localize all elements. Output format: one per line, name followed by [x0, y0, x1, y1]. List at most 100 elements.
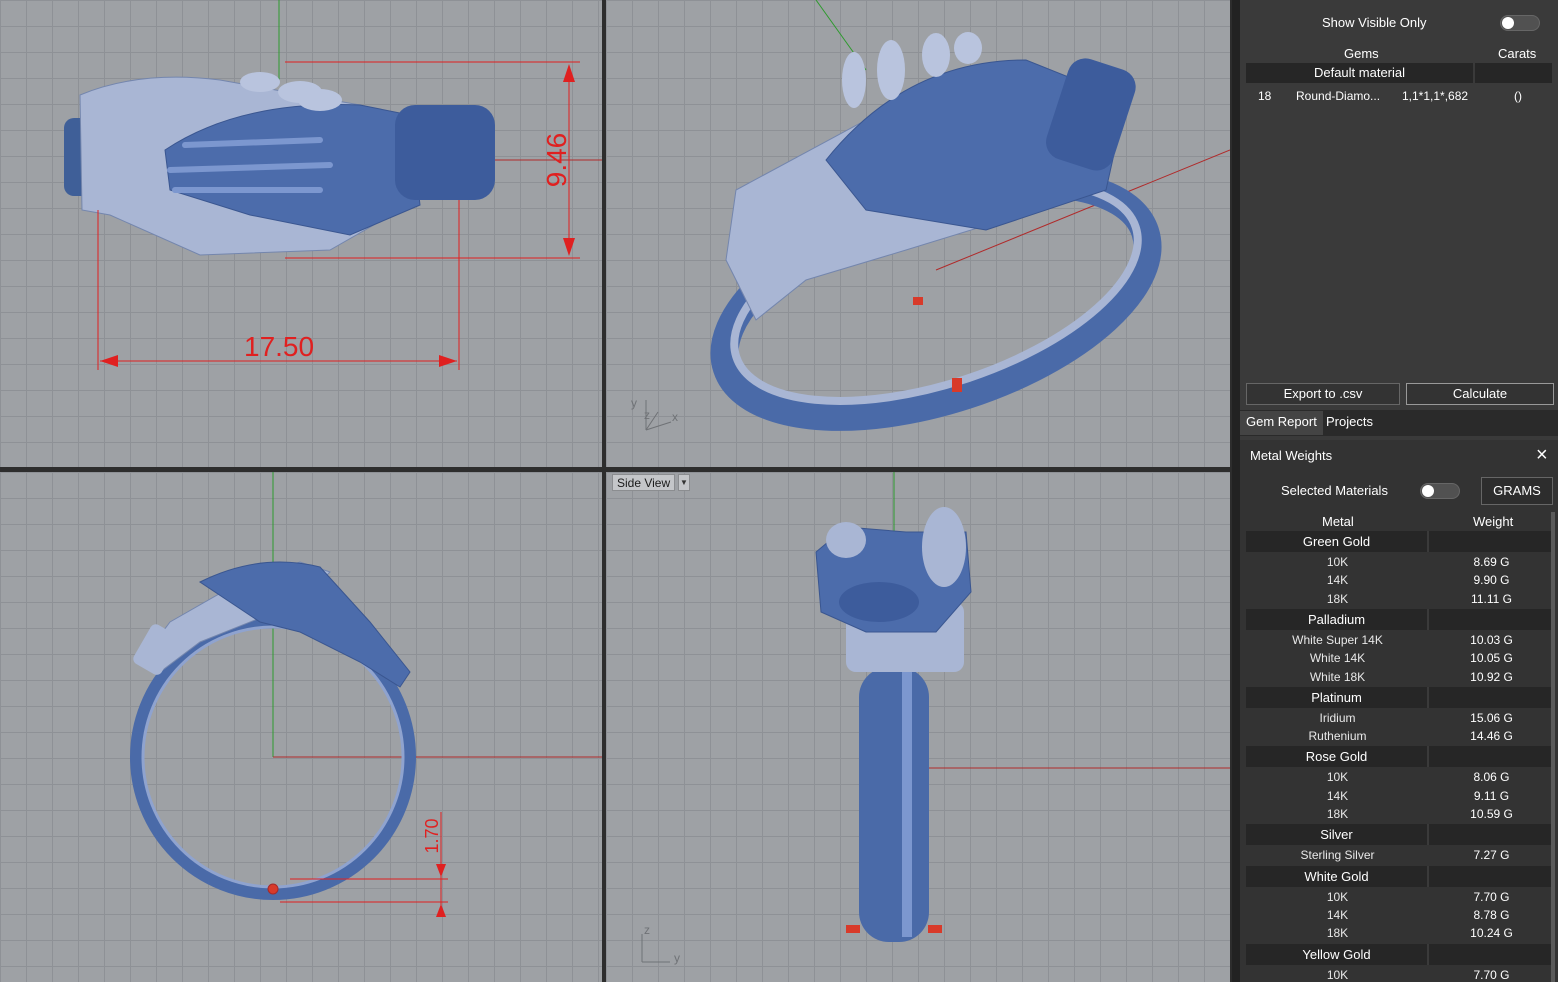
right-panel: Show Visible Only Gems Carats Default ma… — [1232, 0, 1558, 982]
axis-label-x: x — [672, 410, 678, 424]
height-dimension-label: 9.46 — [541, 133, 572, 188]
metal-name: 18K — [1326, 591, 1349, 606]
front-view-canvas: 1.70 — [130, 472, 602, 917]
width-dimension-label: 17.50 — [244, 331, 314, 362]
metal-group-row[interactable]: Silver — [1246, 824, 1552, 846]
metal-weight-row[interactable]: 10K 8.69 G — [1246, 553, 1552, 571]
metal-group-label: Palladium — [1246, 608, 1429, 630]
metal-group-row[interactable]: Yellow Gold — [1246, 943, 1552, 965]
metal-name: White 18K — [1309, 669, 1366, 684]
metal-name: 14K — [1326, 907, 1349, 922]
metal-weight-row[interactable]: 10K 7.70 G — [1246, 966, 1552, 982]
top-viewport[interactable]: 17.50 9.46 — [0, 0, 602, 467]
gem-name: Round-Diamo... — [1296, 89, 1381, 103]
metal-name: 14K — [1326, 788, 1349, 803]
metal-weight-row[interactable]: 14K 8.78 G — [1246, 906, 1552, 924]
weight-column-header[interactable]: Weight — [1473, 514, 1513, 529]
metal-name: Ruthenium — [1308, 729, 1367, 744]
show-visible-only-label: Show Visible Only — [1322, 15, 1427, 30]
gem-carats: () — [1514, 89, 1522, 103]
tab-gem-report[interactable]: Gem Report — [1240, 411, 1323, 435]
metal-name: 10K — [1326, 967, 1349, 982]
metal-group-label: Platinum — [1246, 686, 1429, 708]
metal-weight-row[interactable]: 14K 9.90 G — [1246, 571, 1552, 589]
metal-weights-title: Metal Weights — [1250, 448, 1333, 463]
metal-weight: 8.69 G — [1473, 555, 1510, 569]
metal-name: 10K — [1326, 555, 1349, 569]
perspective-view-canvas: y z x — [631, 0, 1230, 431]
metal-group-row[interactable]: White Gold — [1246, 865, 1552, 887]
export-csv-button[interactable]: Export to .csv — [1246, 383, 1400, 405]
metal-weight: 7.70 G — [1473, 967, 1510, 982]
carats-column-header[interactable]: Carats — [1498, 46, 1536, 61]
side-viewport[interactable]: z y Side View ▼ — [606, 472, 1230, 982]
tab-projects[interactable]: Projects — [1320, 411, 1379, 435]
metal-group-label: Rose Gold — [1246, 746, 1429, 768]
metal-weight: 15.06 G — [1470, 710, 1513, 725]
metal-weight-row[interactable]: White 18K 10.92 G — [1246, 668, 1552, 686]
grams-unit-button[interactable]: GRAMS — [1481, 477, 1553, 505]
metal-weight: 14.46 G — [1470, 729, 1513, 744]
perspective-viewport[interactable]: y z x — [606, 0, 1230, 467]
metal-weight: 7.27 G — [1473, 848, 1510, 863]
gem-group-row[interactable]: Default material — [1246, 63, 1552, 84]
metal-name: White Super 14K — [1292, 632, 1383, 647]
metal-name: 18K — [1326, 926, 1349, 941]
metal-column-header[interactable]: Metal — [1322, 514, 1354, 529]
gem-row[interactable]: 18 Round-Diamo... 1,1*1,1*,682 () — [1246, 87, 1552, 105]
gems-column-header[interactable]: Gems — [1344, 46, 1379, 61]
side-view-canvas: z y — [641, 472, 1230, 965]
close-icon[interactable]: × — [1536, 444, 1548, 467]
metal-weight-row[interactable]: 10K 7.70 G — [1246, 888, 1552, 906]
metal-group-label: Yellow Gold — [1246, 943, 1429, 965]
metal-weight: 10.92 G — [1470, 669, 1513, 684]
selected-materials-toggle[interactable] — [1420, 483, 1460, 499]
metal-weight-row[interactable]: 18K 11.11 G — [1246, 590, 1552, 608]
top-view-canvas: 17.50 9.46 — [64, 0, 602, 370]
axis-label-z: z — [644, 923, 650, 937]
gem-size: 1,1*1,1*,682 — [1402, 89, 1469, 103]
selected-materials-label: Selected Materials — [1281, 483, 1388, 498]
metal-name: Iridium — [1319, 710, 1356, 725]
metal-name: 10K — [1326, 889, 1349, 904]
axis-gizmo — [641, 934, 670, 963]
metal-name: 14K — [1326, 573, 1349, 588]
gem-count: 18 — [1258, 89, 1272, 103]
metal-weights-scrollbar[interactable] — [1551, 512, 1555, 982]
metal-weight: 10.05 G — [1470, 651, 1513, 666]
metal-group-row[interactable]: Palladium — [1246, 608, 1552, 630]
ring-model-top — [64, 72, 495, 256]
metal-weight: 9.90 G — [1473, 573, 1510, 588]
metal-weight-row[interactable]: 10K 8.06 G — [1246, 768, 1552, 786]
metal-group-label: Green Gold — [1246, 531, 1429, 552]
metal-group-row[interactable]: Rose Gold — [1246, 746, 1552, 768]
metal-weight-row[interactable]: Iridium 15.06 G — [1246, 709, 1552, 727]
metal-weight-row[interactable]: Sterling Silver 7.27 G — [1246, 846, 1552, 864]
front-viewport[interactable]: 1.70 — [0, 472, 602, 982]
metal-name: White 14K — [1309, 651, 1366, 666]
calculate-button[interactable]: Calculate — [1406, 383, 1554, 405]
metal-group-row[interactable]: Green Gold — [1246, 531, 1552, 552]
metal-weight-row[interactable]: 14K 9.11 G — [1246, 787, 1552, 805]
tab-bar: Gem Report Projects — [1240, 410, 1558, 436]
axis-label-y: y — [631, 396, 637, 410]
axis-label-z: z — [644, 408, 650, 422]
metal-weight-row[interactable]: White Super 14K 10.03 G — [1246, 631, 1552, 649]
metal-weight-row[interactable]: White 14K 10.05 G — [1246, 649, 1552, 667]
viewport-label[interactable]: Side View — [612, 474, 676, 491]
metal-weight: 10.24 G — [1470, 926, 1513, 941]
metal-weight: 7.70 G — [1473, 889, 1510, 904]
metal-group-label: White Gold — [1246, 865, 1429, 887]
metal-weight: 10.03 G — [1470, 632, 1513, 647]
metal-group-row[interactable]: Platinum — [1246, 686, 1552, 708]
show-visible-only-toggle[interactable] — [1500, 15, 1540, 31]
viewport-menu-icon[interactable]: ▼ — [678, 474, 690, 491]
ring-model-perspective — [710, 32, 1162, 431]
metal-weight: 9.11 G — [1473, 788, 1510, 803]
metal-weight-row[interactable]: 18K 10.24 G — [1246, 924, 1552, 942]
ring-model-side — [815, 507, 972, 942]
metal-weight-row[interactable]: 18K 10.59 G — [1246, 805, 1552, 823]
ring-model-front — [130, 561, 416, 900]
metal-weight-row[interactable]: Ruthenium 14.46 G — [1246, 727, 1552, 745]
metal-weight: 10.59 G — [1470, 807, 1513, 821]
